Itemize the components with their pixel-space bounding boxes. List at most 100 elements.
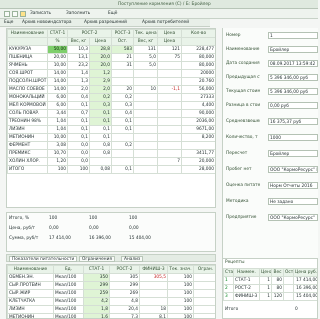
- save-button[interactable]: Записать: [30, 11, 51, 17]
- table-row[interactable]: ЛИЗИН 1,04 0,1 0,1 0,1 9671,00: [7, 125, 215, 134]
- value-cell[interactable]: 7: [157, 157, 183, 166]
- value-cell[interactable]: [133, 109, 159, 118]
- nutrient-value-cell[interactable]: [139, 289, 168, 298]
- value-cell[interactable]: 56,000: [181, 85, 215, 94]
- value-cell[interactable]: 1,2: [88, 69, 113, 78]
- nutrient-value-cell[interactable]: 4,2: [83, 297, 110, 306]
- star-icon[interactable]: [20, 11, 26, 17]
- value-cell[interactable]: [157, 69, 183, 78]
- property-field[interactable]: 5 396 346,00 руб: [268, 88, 318, 95]
- value-cell[interactable]: 10,00: [47, 61, 68, 70]
- recipe-value-cell[interactable]: 1: [259, 292, 272, 301]
- ingredient-name-cell[interactable]: ПРЕМИКС: [7, 149, 48, 158]
- nutrient-name-cell[interactable]: СЫР.ПРОТЕИН: [7, 281, 54, 290]
- value-cell[interactable]: [133, 101, 159, 110]
- value-cell[interactable]: [157, 133, 183, 142]
- value-cell[interactable]: 0,2: [111, 93, 135, 102]
- tab-nutrition[interactable]: Показатели питательности: [9, 256, 78, 262]
- value-cell[interactable]: [157, 93, 183, 102]
- property-field[interactable]: Бройлер: [268, 150, 318, 157]
- value-cell[interactable]: 80,000: [181, 61, 215, 70]
- value-cell[interactable]: 0,8: [88, 149, 113, 158]
- nutrient-name-cell[interactable]: МЕТИОНИН: [7, 313, 54, 318]
- value-cell[interactable]: [111, 77, 135, 86]
- value-cell[interactable]: [181, 141, 215, 150]
- value-cell[interactable]: [157, 117, 183, 126]
- ingredient-name-cell[interactable]: СОЛЬ ПОВАР.: [7, 109, 48, 118]
- ingredient-name-cell[interactable]: ПОДСОЛН.ШРОТ: [7, 77, 48, 86]
- column-header[interactable]: Огран.: [193, 265, 215, 274]
- value-cell[interactable]: 20,0: [88, 53, 113, 62]
- nutrient-value-cell[interactable]: 100: [167, 281, 194, 290]
- tab-constraints[interactable]: Ограничения: [79, 256, 115, 262]
- constraint-cell[interactable]: [193, 281, 215, 290]
- recipe-value-cell[interactable]: [283, 292, 294, 301]
- value-cell[interactable]: 13,1: [67, 53, 90, 62]
- recipe-value-cell[interactable]: 2: [223, 284, 234, 293]
- nutrient-value-cell[interactable]: 350: [83, 273, 110, 282]
- nutrient-value-cell[interactable]: 100: [167, 289, 194, 298]
- value-cell[interactable]: 0,8: [88, 141, 113, 150]
- recipe-value-cell[interactable]: [283, 276, 294, 285]
- table-row[interactable]: СОЯ.ШРОТ 14,00 1,4 1,2 20000: [7, 69, 215, 78]
- value-cell[interactable]: [157, 149, 183, 158]
- property-field[interactable]: 5 396 346,00 руб: [268, 74, 318, 81]
- recipe-value-cell[interactable]: 15 404,00: [293, 292, 317, 301]
- recipe-name-cell[interactable]: ФИНИШ-3: [233, 292, 260, 301]
- value-cell[interactable]: 3,44: [47, 109, 68, 118]
- fill-button[interactable]: Заполнить: [66, 11, 90, 17]
- value-cell[interactable]: [133, 141, 159, 150]
- table-row[interactable]: ТРЕОНИН 98% 1,04 0,1 0,1 0,1 2036,00: [7, 117, 215, 126]
- value-cell[interactable]: [157, 61, 183, 70]
- recipe-name-cell[interactable]: СТАТ-1: [233, 276, 260, 285]
- nutrient-value-cell[interactable]: 100: [167, 313, 194, 318]
- recipe-row[interactable]: 2 РОСТ-2 1 80 16 396,00: [223, 284, 317, 293]
- value-cell[interactable]: [157, 165, 183, 174]
- value-cell[interactable]: 583: [111, 45, 135, 54]
- nutrient-value-cell[interactable]: 1,6: [83, 313, 110, 318]
- value-cell[interactable]: 0,3: [111, 101, 135, 110]
- nutrition-row[interactable]: ОБМЕН.ЭН. Мкал/100 350 305 305,5 100: [7, 273, 215, 282]
- table-row[interactable]: ХОЛИН ХЛОР. 1,20 0,0 7 20,000: [7, 157, 215, 166]
- column-header[interactable]: Вес: [271, 268, 284, 277]
- ingredient-name-cell[interactable]: ИТОГО: [7, 165, 48, 174]
- forward-icon[interactable]: [12, 11, 18, 17]
- constraint-cell[interactable]: [193, 305, 215, 314]
- recipe-value-cell[interactable]: 16 396,00: [293, 284, 317, 293]
- property-field[interactable]: 1000: [268, 134, 318, 141]
- menu-item-archive-permissions[interactable]: Архив разрешений: [84, 20, 127, 25]
- table-row[interactable]: КУКУРУЗА 50,00 10,3 28,8 583 131 121 228,477: [7, 45, 215, 54]
- value-cell[interactable]: 1,3: [67, 77, 90, 86]
- nutrient-value-cell[interactable]: 7,3: [109, 313, 140, 318]
- value-cell[interactable]: 2,0: [88, 85, 113, 94]
- nutrient-value-cell[interactable]: 20,4: [109, 305, 140, 314]
- column-header[interactable]: Ед.: [53, 265, 84, 274]
- value-cell[interactable]: 10,3: [67, 45, 90, 54]
- property-field[interactable]: 08.09.2017 13:59:42: [268, 60, 318, 67]
- ingredient-name-cell[interactable]: ПШЕНИЦА: [7, 53, 48, 62]
- column-header[interactable]: Кол-во: [181, 29, 215, 38]
- value-cell[interactable]: 0,1: [88, 125, 113, 134]
- value-cell[interactable]: [111, 133, 135, 142]
- nutrient-value-cell[interactable]: 299: [109, 281, 140, 290]
- nutrient-name-cell[interactable]: КЛЕТЧАТКА: [7, 297, 54, 306]
- value-cell[interactable]: [111, 149, 135, 158]
- value-cell[interactable]: 20000: [181, 69, 215, 78]
- table-row[interactable]: ПШЕНИЦА 20,00 13,1 20,0 21 5,0 75 80,000: [7, 53, 215, 62]
- table-row[interactable]: ИТОГО 100 100 0,08 0,1 28,000: [7, 165, 215, 174]
- value-cell[interactable]: 1,20: [47, 157, 68, 166]
- constraint-cell[interactable]: [193, 313, 215, 318]
- column-header[interactable]: СТАТ-1: [83, 265, 110, 274]
- value-cell[interactable]: 3,08: [47, 141, 68, 150]
- ingredient-name-cell[interactable]: КУКУРУЗА: [7, 45, 48, 54]
- value-cell[interactable]: 0,1: [67, 133, 90, 142]
- value-cell[interactable]: 0,1: [67, 101, 90, 110]
- nutrient-value-cell[interactable]: 18: [139, 305, 168, 314]
- value-cell[interactable]: 8,200: [181, 133, 215, 142]
- value-cell[interactable]: 10: [133, 85, 159, 94]
- column-header[interactable]: Цена: [157, 29, 183, 38]
- recipe-value-cell[interactable]: 120: [271, 292, 284, 301]
- value-cell[interactable]: 0,1: [88, 117, 113, 126]
- recipe-value-cell[interactable]: 80: [271, 276, 284, 285]
- recipe-value-cell[interactable]: 80: [271, 284, 284, 293]
